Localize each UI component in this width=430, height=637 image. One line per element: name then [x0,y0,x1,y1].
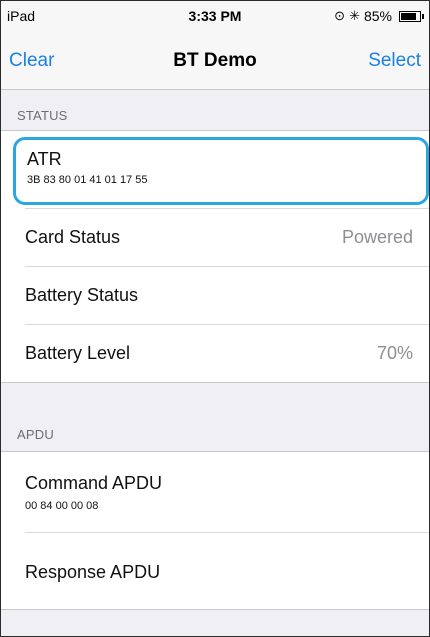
battery-status-label: Battery Status [25,285,139,305]
selection-highlight [13,137,429,205]
card-status-value: Powered [341,227,413,247]
status-group: ATR 3B 83 80 01 41 01 17 55 Card Status … [1,130,429,383]
response-apdu-row[interactable]: Response APDU [1,532,429,609]
navigation-bar: Clear BT Demo Select [1,31,429,90]
atr-value: 3B 83 80 01 41 01 17 55 [27,174,148,186]
section-header-apdu: APDU [17,427,54,442]
bluetooth-icon: ✳ [349,8,360,23]
battery-icon [399,10,424,22]
card-status-label: Card Status [25,227,121,247]
command-apdu-value: 00 84 00 00 08 [25,500,99,512]
select-button[interactable]: Select [368,50,421,72]
battery-level-row[interactable]: Battery Level 70% [1,324,429,382]
command-apdu-label: Command APDU [25,473,163,493]
page-title: BT Demo [173,50,257,71]
atr-label: ATR [27,149,62,169]
battery-percent: 85% [363,8,392,24]
battery-level-value: 70% [376,343,413,363]
command-apdu-row[interactable]: Command APDU 00 84 00 00 08 [1,452,429,532]
section-header-status: STATUS [17,108,68,123]
status-bar: iPad 3:33 PM ⊙ ✳ 85% [1,1,429,31]
status-icons: ⊙ ✳ 85% [334,8,424,24]
card-status-row[interactable]: Card Status Powered [1,208,429,266]
atr-row[interactable]: ATR 3B 83 80 01 41 01 17 55 [1,131,429,208]
app-window: iPad 3:33 PM ⊙ ✳ 85% Clear BT Demo Selec… [0,0,430,637]
rotation-lock-icon: ⊙ [334,8,346,23]
response-apdu-label: Response APDU [25,562,161,582]
battery-level-label: Battery Level [25,343,131,363]
battery-status-row[interactable]: Battery Status [1,266,429,324]
apdu-group: Command APDU 00 84 00 00 08 Response APD… [1,451,429,610]
battery-fill [401,12,417,20]
